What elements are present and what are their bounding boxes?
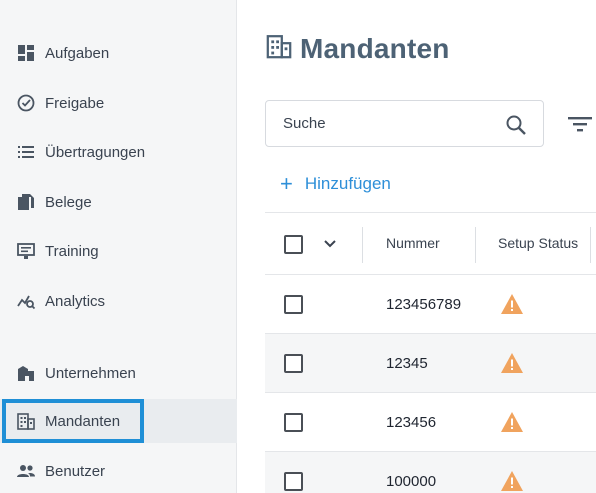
column-header-setup-status[interactable]: Setup Status — [498, 235, 578, 251]
sidebar-item-mandanten[interactable]: Mandanten — [0, 399, 237, 443]
cell-number: 123456789 — [386, 296, 462, 313]
table-header: Nummer Setup Status — [265, 212, 596, 275]
add-button[interactable]: + Hinzufügen — [280, 171, 391, 196]
main-content: Mandanten + Hinzufügen Nummer Setup Stat… — [238, 0, 596, 493]
column-header-nummer[interactable]: Nummer — [386, 235, 440, 251]
row-checkbox[interactable] — [284, 413, 303, 432]
sidebar-item-label: Training — [45, 242, 99, 260]
training-icon — [15, 240, 37, 262]
page-title-text: Mandanten — [300, 32, 450, 64]
users-icon — [15, 460, 37, 482]
focus-highlight — [2, 399, 144, 443]
list-icon — [15, 141, 37, 163]
table-row[interactable]: 123456 — [265, 393, 596, 452]
cell-number: 100000 — [386, 473, 437, 490]
sidebar-item-label: Unternehmen — [45, 364, 136, 382]
row-checkbox[interactable] — [284, 472, 303, 491]
warning-icon — [501, 294, 523, 314]
select-all-checkbox[interactable] — [284, 235, 303, 254]
sidebar: Aufgaben Freigabe Übertragungen Belege T… — [0, 0, 237, 493]
building-icon — [265, 32, 293, 65]
filter-icon[interactable] — [566, 113, 594, 135]
sidebar-item-label: Übertragungen — [45, 143, 146, 161]
table-row[interactable]: 12345 — [265, 334, 596, 393]
warning-icon — [501, 471, 523, 491]
column-separator — [590, 227, 591, 263]
search-input[interactable] — [283, 115, 493, 132]
plus-icon: + — [280, 171, 293, 196]
analytics-icon — [15, 290, 37, 312]
search-icon[interactable] — [505, 114, 527, 136]
row-checkbox[interactable] — [284, 354, 303, 373]
sidebar-item-uebertragungen[interactable]: Übertragungen — [0, 130, 237, 174]
page-title: Mandanten — [265, 32, 450, 65]
cell-number: 123456 — [386, 414, 437, 431]
table-row[interactable]: 100000 — [265, 452, 596, 493]
column-separator — [475, 227, 476, 263]
warning-icon — [501, 353, 523, 373]
sidebar-item-benutzer[interactable]: Benutzer — [0, 449, 237, 493]
sidebar-item-unternehmen[interactable]: Unternehmen — [0, 351, 237, 395]
sidebar-item-analytics[interactable]: Analytics — [0, 279, 237, 323]
company-icon — [15, 362, 37, 384]
sidebar-item-belege[interactable]: Belege — [0, 180, 237, 224]
table-row[interactable]: 123456789 — [265, 275, 596, 334]
sidebar-item-aufgaben[interactable]: Aufgaben — [0, 31, 237, 75]
add-button-label: Hinzufügen — [304, 174, 391, 193]
sidebar-item-training[interactable]: Training — [0, 229, 237, 273]
documents-icon — [15, 191, 37, 213]
cell-number: 12345 — [386, 355, 428, 372]
column-separator — [362, 227, 363, 263]
sidebar-item-label: Freigabe — [45, 94, 105, 112]
sidebar-item-label: Analytics — [45, 292, 106, 310]
search-box — [265, 100, 544, 147]
dashboard-icon — [15, 42, 37, 64]
sidebar-item-label: Belege — [45, 193, 92, 211]
sidebar-item-freigabe[interactable]: Freigabe — [0, 81, 237, 125]
check-circle-icon — [15, 92, 37, 114]
warning-icon — [501, 412, 523, 432]
chevron-down-icon[interactable] — [321, 235, 339, 253]
row-checkbox[interactable] — [284, 295, 303, 314]
sidebar-item-label: Benutzer — [45, 462, 106, 480]
sidebar-item-label: Aufgaben — [45, 44, 110, 62]
